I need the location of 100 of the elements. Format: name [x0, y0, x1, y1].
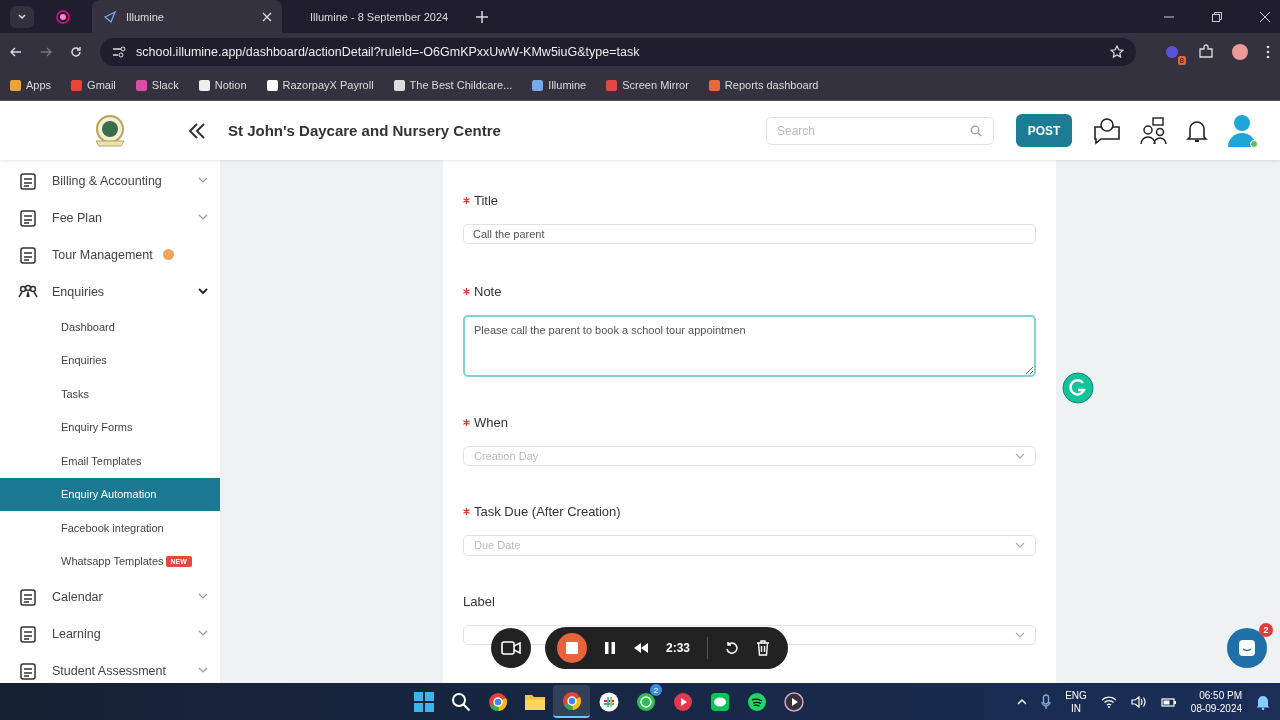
- sidebar-item[interactable]: Billing & Accounting: [0, 162, 220, 199]
- sidebar-item[interactable]: Learning: [0, 615, 220, 652]
- stop-button[interactable]: [557, 633, 587, 663]
- rewind-icon[interactable]: [633, 642, 649, 654]
- subitem-label: Enquiries: [61, 354, 107, 367]
- new-tab-icon[interactable]: [476, 10, 488, 23]
- bookmark-link[interactable]: Reports dashboard: [708, 79, 819, 91]
- profile-avatar[interactable]: [1232, 43, 1248, 60]
- subitem-label: Enquiry Forms: [61, 421, 133, 434]
- tab-title: Illumine - 8 September 2024: [310, 10, 449, 23]
- note-textarea[interactable]: Please call the parent to book a school tour appointmen: [463, 315, 1036, 377]
- extension-badge: 8: [1177, 55, 1186, 65]
- field-label: Note: [463, 284, 1036, 300]
- trash-icon[interactable]: [756, 640, 771, 656]
- language-indicator[interactable]: ENG IN: [1065, 688, 1087, 715]
- bookmark-link[interactable]: Screen Mirror: [606, 79, 689, 91]
- chat-support-button[interactable]: [1227, 628, 1267, 668]
- site-settings-icon[interactable]: [112, 45, 126, 58]
- more-menu-icon[interactable]: [1266, 44, 1270, 59]
- sidebar-subitem[interactable]: Dashboard: [0, 310, 220, 344]
- chevron-icon: [198, 630, 208, 637]
- star-icon[interactable]: [1110, 44, 1124, 59]
- notification-count: 2: [1259, 623, 1273, 637]
- wifi-icon[interactable]: [1100, 695, 1117, 708]
- grammarly-icon[interactable]: [1062, 372, 1094, 404]
- post-button[interactable]: POST: [1016, 114, 1072, 147]
- chat-icon[interactable]: [1092, 116, 1122, 145]
- reload-icon[interactable]: [70, 45, 82, 58]
- sidebar-item[interactable]: Calendar: [0, 578, 220, 615]
- clock[interactable]: 06:50 PM 08-09-2024: [1190, 688, 1242, 715]
- restore-icon[interactable]: [1212, 11, 1222, 22]
- sidebar-subitem[interactable]: Enquiry Forms: [0, 410, 220, 444]
- bookmark-link[interactable]: RazorpayX Payroll: [266, 79, 374, 91]
- volume-icon[interactable]: [1130, 695, 1147, 708]
- chevron-icon: [17, 11, 27, 22]
- subitem-label: Whatsapp Templates: [61, 555, 164, 568]
- close-window-icon[interactable]: [1260, 11, 1270, 22]
- user-avatar-icon[interactable]: [1226, 112, 1258, 149]
- chevron-icon: [198, 288, 208, 295]
- tab-favicon-icon: [102, 8, 118, 25]
- sidebar-subitem[interactable]: Enquiries: [0, 343, 220, 377]
- sidebar-subitem[interactable]: Enquiry Automation: [0, 477, 220, 511]
- address-bar[interactable]: school.illumine.app/dashboard/actionDetail?ruleId=-O6GmKPxxUwW-KMw5iuG&type=task: [100, 37, 1136, 66]
- recording-time: 2:33: [666, 641, 691, 655]
- collapse-sidebar-icon[interactable]: [188, 121, 206, 140]
- bookmark-link[interactable]: Gmail: [71, 79, 116, 91]
- subitem-label: Enquiry Automation: [61, 488, 157, 501]
- sidebar-subitem[interactable]: Facebook integration: [0, 511, 220, 545]
- chevron-icon: [1015, 542, 1025, 549]
- text-field[interactable]: Call the parent: [463, 224, 1036, 245]
- chevron-icon: [1015, 453, 1025, 459]
- bookmark-link[interactable]: Apps: [10, 79, 52, 91]
- chevron-icon: [1015, 631, 1025, 638]
- battery-icon[interactable]: [1160, 695, 1177, 708]
- show-hidden-icons-icon[interactable]: [1017, 698, 1028, 705]
- bookmark-link[interactable]: The Best Childcare...: [393, 79, 513, 91]
- record-icon: [56, 9, 70, 24]
- video-camera-icon: [501, 641, 521, 655]
- search-field[interactable]: Search: [766, 116, 994, 145]
- document-icon: [18, 207, 38, 228]
- sidebar-subitem[interactable]: Email Templates: [0, 444, 220, 478]
- field-label: Title: [463, 193, 1036, 208]
- chevron-icon: [198, 593, 208, 600]
- sidebar-item[interactable]: Enquiries: [0, 273, 220, 310]
- forward-icon[interactable]: [40, 45, 52, 58]
- windows-logo-icon: [412, 690, 435, 713]
- school-name: St John's Daycare and Nursery Centre: [228, 122, 501, 139]
- notification-bell-icon[interactable]: [1256, 693, 1270, 710]
- tab-list-button[interactable]: [10, 5, 34, 28]
- microphone-icon[interactable]: [1041, 693, 1052, 710]
- extensions-puzzle-icon[interactable]: [1198, 43, 1214, 60]
- chat-bubble-icon: [1237, 638, 1257, 658]
- bookmark-link[interactable]: Illumine: [532, 79, 587, 91]
- pause-icon[interactable]: [604, 641, 616, 655]
- subitem-label: Facebook integration: [61, 521, 164, 534]
- subitem-label: Email Templates: [61, 454, 142, 467]
- field-label: When: [463, 414, 1036, 430]
- search-icon: [970, 124, 982, 137]
- bookmark-link[interactable]: Notion: [198, 79, 247, 91]
- sidebar-subitem[interactable]: Tasks: [0, 377, 220, 411]
- field-label: Label: [463, 593, 496, 609]
- sidebar-item[interactable]: Student Assessment: [0, 652, 220, 683]
- subitem-label: Dashboard: [61, 320, 115, 333]
- chevron-icon: [198, 667, 208, 674]
- bookmark-link[interactable]: Slack: [135, 79, 179, 91]
- sidebar-item[interactable]: Tour Management: [0, 236, 220, 273]
- chevron-icon: [198, 214, 208, 221]
- browser-tab[interactable]: Illumine - 8 September 2024: [292, 0, 462, 33]
- back-icon[interactable]: [10, 45, 22, 58]
- extension-icon[interactable]: [1164, 43, 1180, 60]
- browser-taskbar-icon[interactable]: [553, 685, 591, 718]
- sidebar-item[interactable]: Fee Plan: [0, 199, 220, 236]
- tab-title: Illumine: [126, 10, 165, 23]
- subitem-label: Tasks: [61, 387, 90, 400]
- chevron-icon: [198, 177, 208, 184]
- restart-icon[interactable]: [725, 641, 740, 655]
- close-icon[interactable]: [262, 11, 272, 22]
- field-label: Task Due (After Creation): [463, 504, 1036, 520]
- people-icon[interactable]: [1140, 116, 1168, 145]
- browser-tab[interactable]: Illumine: [92, 0, 282, 33]
